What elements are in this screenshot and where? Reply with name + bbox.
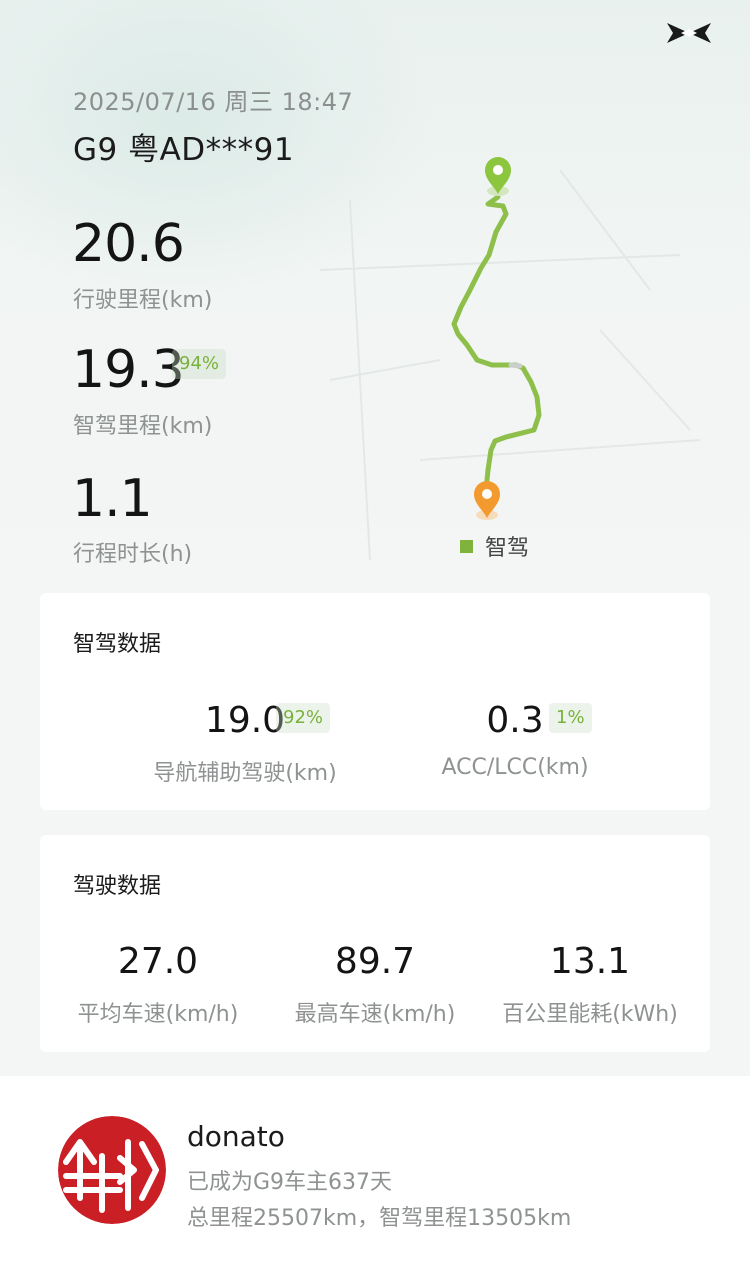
energy-value: 13.1 — [549, 941, 631, 982]
driving-data-card: 驾驶数据 27.0 平均车速(km/h) 89.7 最高车速(km/h) 13.… — [40, 835, 710, 1052]
map-legend: 智驾 — [460, 530, 529, 562]
avatar-icon[interactable] — [58, 1116, 166, 1224]
smart-drive-title: 智驾数据 — [73, 632, 162, 657]
duration-value: 1.1 — [72, 469, 153, 529]
max-speed-label: 最高车速(km/h) — [294, 1002, 456, 1027]
smart-distance-percent-badge: 94% — [172, 349, 227, 379]
nav-assist-label: 导航辅助驾驶(km) — [153, 761, 337, 786]
distance-value: 20.6 — [72, 214, 185, 274]
route-line — [451, 194, 542, 493]
smart-distance-label: 智驾里程(km) — [73, 414, 213, 439]
total-mileage-text: 总里程25507km，智驾里程13505km — [187, 1206, 572, 1231]
smart-drive-card: 智驾数据 19.0 导航辅助驾驶(km) 92% 0.3 ACC/LCC(km)… — [40, 593, 710, 810]
energy-stat: 13.1 百公里能耗(kWh) — [485, 944, 695, 1028]
max-speed-value: 89.7 — [334, 941, 416, 982]
duration-label: 行程时长(h) — [73, 542, 193, 567]
acc-lcc-label: ACC/LCC(km) — [441, 755, 589, 780]
nav-assist-percent-badge: 92% — [276, 703, 331, 733]
route-gap-segment — [508, 362, 523, 369]
trip-datetime: 2025/07/16 周三 18:47 — [73, 88, 354, 116]
user-profile-footer: donato 已成为G9车主637天 总里程25507km，智驾里程13505k… — [0, 1076, 750, 1266]
avg-speed-label: 平均车速(km/h) — [77, 1002, 239, 1027]
driving-data-title: 驾驶数据 — [73, 874, 162, 899]
owner-days-text: 已成为G9车主637天 — [187, 1170, 393, 1195]
start-marker-icon — [485, 157, 511, 196]
legend-label: 智驾 — [485, 536, 530, 561]
max-speed-stat: 89.7 最高车速(km/h) — [280, 944, 470, 1028]
smart-drive-swatch-icon — [460, 539, 473, 553]
smart-distance-value: 19.3 — [72, 340, 185, 400]
route-map[interactable] — [300, 140, 750, 580]
energy-label: 百公里能耗(kWh) — [502, 1002, 678, 1027]
xpeng-logo-icon — [667, 23, 711, 43]
vehicle-plate: G9 粤AD***91 — [73, 132, 295, 168]
username: donato — [187, 1120, 285, 1153]
acc-lcc-percent-badge: 1% — [549, 703, 592, 733]
avg-speed-stat: 27.0 平均车速(km/h) — [63, 944, 253, 1028]
end-marker-icon — [474, 481, 500, 520]
avg-speed-value: 27.0 — [117, 941, 199, 982]
distance-label: 行驶里程(km) — [73, 288, 213, 313]
